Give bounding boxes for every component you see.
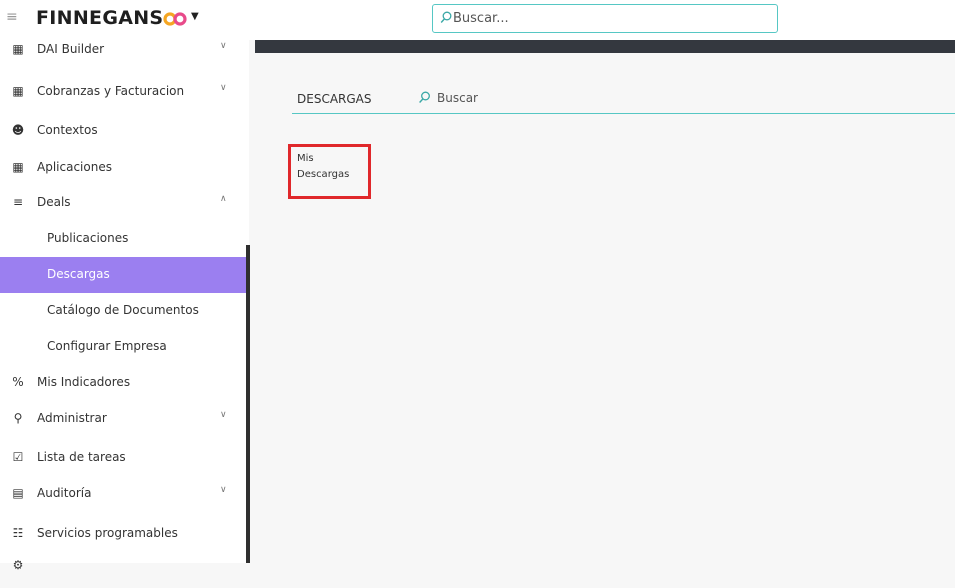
sidebar-item-partial[interactable]: ⚙ xyxy=(0,552,249,588)
sidebar-item-label: Administrar xyxy=(37,411,107,425)
chevron-up-icon[interactable]: ∧ xyxy=(220,194,227,204)
users-icon: ☻ xyxy=(11,123,25,137)
sidebar-item-label: DAI Builder xyxy=(37,42,105,56)
sidebar-item-label: Lista de tareas xyxy=(37,450,126,464)
sidebar-item-label: Cobranzas y Facturacion xyxy=(37,84,185,98)
sidebar-item-contextos[interactable]: ☻ Contextos xyxy=(0,113,249,149)
main-content: DESCARGAS Mis Descargas xyxy=(255,53,955,563)
sidebar-item-label: Catálogo de Documentos xyxy=(47,303,199,317)
sidebar-item-label: Aplicaciones xyxy=(37,160,112,174)
sidebar-scrollbar[interactable] xyxy=(246,245,250,563)
tab-descargas[interactable]: DESCARGAS xyxy=(297,92,372,106)
sidebar-item-aplicaciones[interactable]: ▦ Aplicaciones xyxy=(0,150,249,186)
global-search-input[interactable] xyxy=(453,8,753,29)
grid-icon: ▦ xyxy=(12,160,24,174)
sidebar-item-descargas[interactable]: Descargas xyxy=(0,257,249,293)
gear-icon: ⚙ xyxy=(12,558,24,572)
brand-dropdown-caret-icon[interactable]: ▼ xyxy=(191,11,199,22)
content-header-strip xyxy=(255,40,955,53)
sidebar: ▦ DAI Builder ∨ ▦ Cobranzas y Facturacio… xyxy=(0,40,249,572)
sidebar-item-servicios-programables[interactable]: ☷ Servicios programables xyxy=(0,516,249,552)
sidebar-item-cobranzas[interactable]: ▦ Cobranzas y Facturacion ∨ xyxy=(0,74,249,110)
network-icon: ☷ xyxy=(12,526,24,540)
sidebar-item-publicaciones[interactable]: Publicaciones xyxy=(0,221,249,257)
sidebar-item-catalogo-documentos[interactable]: Catálogo de Documentos xyxy=(0,293,249,329)
search-icon xyxy=(419,91,430,103)
sidebar-item-lista-tareas[interactable]: ☑ Lista de tareas xyxy=(0,440,249,476)
chevron-down-icon[interactable]: ∨ xyxy=(220,83,227,93)
tab-bar: DESCARGAS xyxy=(292,79,955,114)
sidebar-item-label: Servicios programables xyxy=(37,526,178,540)
sidebar-item-mis-indicadores[interactable]: % Mis Indicadores xyxy=(0,365,249,401)
sidebar-item-label: Configurar Empresa xyxy=(47,339,167,353)
sidebar-item-label: Mis Indicadores xyxy=(37,375,131,389)
user-gear-icon: ⚲ xyxy=(13,411,23,425)
mis-descargas-card[interactable]: Mis Descargas xyxy=(288,144,371,199)
sidebar-item-deals[interactable]: ≡ Deals ∧ xyxy=(0,185,249,221)
card-label-line1: Mis xyxy=(297,153,314,164)
sidebar-item-label: Contextos xyxy=(37,123,98,137)
tab-search-input[interactable] xyxy=(437,88,637,108)
global-search-box[interactable] xyxy=(432,4,778,33)
sidebar-item-configurar-empresa[interactable]: Configurar Empresa xyxy=(0,329,249,365)
sidebar-item-label: Deals xyxy=(37,195,71,209)
search-icon xyxy=(440,11,452,23)
sidebar-item-label: Publicaciones xyxy=(47,231,129,245)
brand-name[interactable]: FINNEGANS xyxy=(36,7,163,29)
sidebar-item-dai-builder[interactable]: ▦ DAI Builder ∨ xyxy=(0,32,249,68)
hamburger-menu-icon[interactable]: ≡ xyxy=(6,9,18,25)
clipboard-check-icon: ☑ xyxy=(12,450,24,464)
card-label-line2: Descargas xyxy=(297,169,350,180)
sidebar-item-auditoria[interactable]: ▤ Auditoría ∨ xyxy=(0,476,249,512)
archive-icon: ▤ xyxy=(12,486,24,500)
chevron-down-icon[interactable]: ∨ xyxy=(220,485,227,495)
stack-icon: ≡ xyxy=(12,195,24,209)
infinity-logo-icon xyxy=(163,12,187,26)
building-icon: ▦ xyxy=(12,42,24,56)
sidebar-item-administrar[interactable]: ⚲ Administrar ∨ xyxy=(0,401,249,437)
sidebar-item-label: Descargas xyxy=(47,267,110,281)
sidebar-item-label: Auditoría xyxy=(37,486,92,500)
building-icon: ▦ xyxy=(12,84,24,98)
chevron-down-icon[interactable]: ∨ xyxy=(220,41,227,51)
percent-icon: % xyxy=(12,375,24,389)
chevron-down-icon[interactable]: ∨ xyxy=(220,410,227,420)
